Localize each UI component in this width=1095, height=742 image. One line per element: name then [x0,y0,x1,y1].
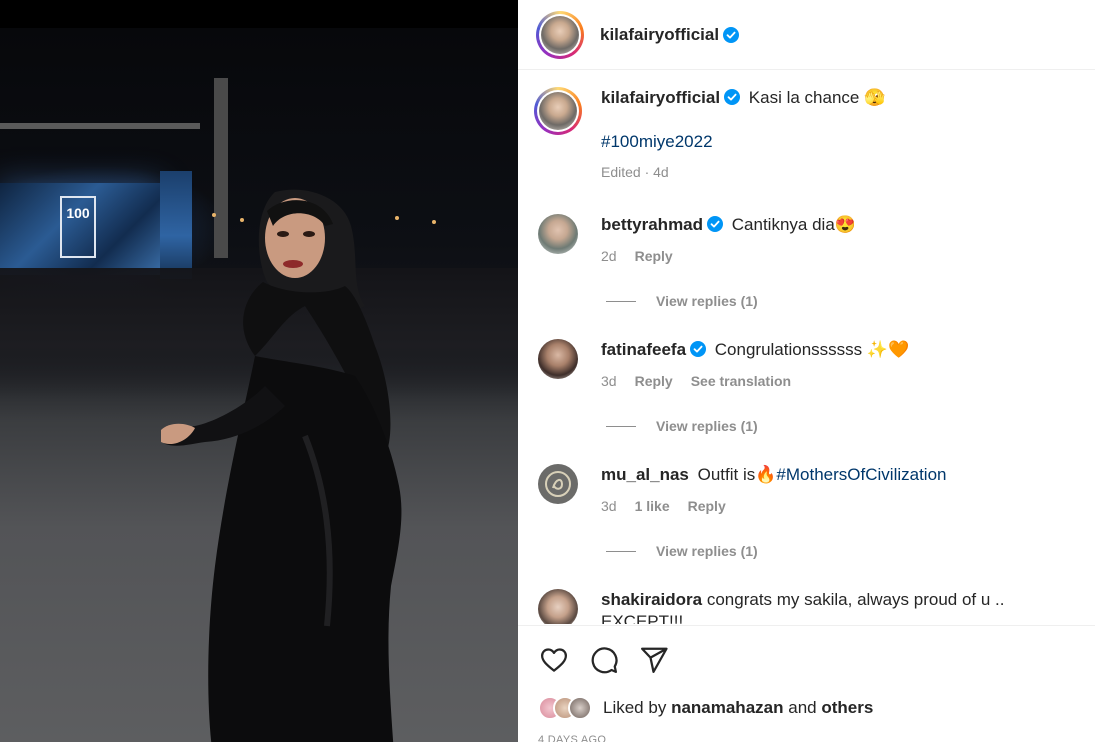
comment-time: 2d [601,248,617,264]
comment-text: Outfit is🔥 [697,465,777,484]
comment-hashtag[interactable]: #MothersOfCivilization [776,465,946,484]
verified-icon [707,216,724,232]
caption-edited: Edited · 4d [601,164,669,180]
post-actions: Liked by nanamahazan and others 4 DAYS A… [518,625,1095,742]
post-detail-panel: kilafairyofficial kilafairyofficial Kasi… [518,0,1095,742]
post-date[interactable]: 4 DAYS AGO [538,734,606,742]
verified-icon [723,26,740,43]
event-scene: 100 [0,28,518,742]
divider [606,550,636,552]
logo-icon [545,471,571,497]
divider [606,300,636,302]
reply-button[interactable]: Reply [688,495,726,517]
comment-username[interactable]: fatinafeefa [601,340,686,359]
liked-others[interactable]: others [821,698,873,717]
liked-by: Liked by nanamahazan and others [538,696,873,720]
view-replies-label: View replies (1) [656,418,758,434]
comment-time: 3d [601,373,617,389]
divider [606,425,636,427]
post-caption: kilafairyofficial Kasi la chance 🫣 #100m… [534,87,886,183]
view-replies-button[interactable]: View replies (1) [606,418,758,434]
post-image[interactable]: 100 [0,0,518,742]
comment-item: fatinafeefa Congrulationssssss ✨🧡 3d Rep… [538,339,909,392]
post-header: kilafairyofficial [518,0,1095,70]
commenter-avatar[interactable] [538,589,578,624]
verified-icon [724,89,741,105]
stage-logo: 100 [60,196,96,258]
caption-hashtag[interactable]: #100miye2022 [601,132,713,151]
like-button[interactable] [538,644,570,676]
comment-username[interactable]: mu_al_nas [601,465,689,484]
heart-icon [541,648,567,672]
comment-icon [591,647,618,674]
commenter-avatar[interactable] [538,339,578,379]
commenter-avatar[interactable] [538,464,578,504]
liker-avatar[interactable] [568,696,592,720]
comment-item: shakiraidora congrats my sakila, always … [538,589,1091,624]
commenter-avatar[interactable] [538,214,578,254]
comment-text: Cantiknya dia😍 [731,215,856,234]
caption-avatar[interactable] [534,87,582,135]
reply-button[interactable]: Reply [635,370,673,392]
share-button[interactable] [638,644,670,676]
liked-by-user[interactable]: nanamahazan [671,698,783,717]
author-avatar[interactable] [536,10,584,59]
view-replies-button[interactable]: View replies (1) [606,293,758,309]
comment-item: bettyrahmad Cantiknya dia😍 2d Reply [538,214,856,267]
woman-in-black-dress [161,189,402,742]
comment-button[interactable] [588,644,620,676]
comment-item: mu_al_nas Outfit is🔥#MothersOfCivilizati… [538,464,946,517]
caption-text: Kasi la chance 🫣 [748,88,886,107]
image-top-bar [0,0,518,28]
view-replies-label: View replies (1) [656,293,758,309]
liked-and: and [788,698,817,717]
verified-icon [690,341,707,357]
comment-likes[interactable]: 1 like [635,495,670,517]
author-username[interactable]: kilafairyofficial [600,25,719,45]
comment-username[interactable]: shakiraidora [601,590,702,609]
view-replies-label: View replies (1) [656,543,758,559]
comment-username[interactable]: bettyrahmad [601,215,703,234]
caption-username[interactable]: kilafairyofficial [601,88,720,107]
liked-by-label: Liked by [603,698,667,717]
comment-time: 3d [601,498,617,514]
comments-list[interactable]: kilafairyofficial Kasi la chance 🫣 #100m… [518,71,1095,624]
share-icon [641,647,668,673]
reply-button[interactable]: Reply [635,245,673,267]
comment-text: Congrulationssssss ✨🧡 [714,340,910,359]
view-replies-button[interactable]: View replies (1) [606,543,758,559]
see-translation-button[interactable]: See translation [691,370,791,392]
